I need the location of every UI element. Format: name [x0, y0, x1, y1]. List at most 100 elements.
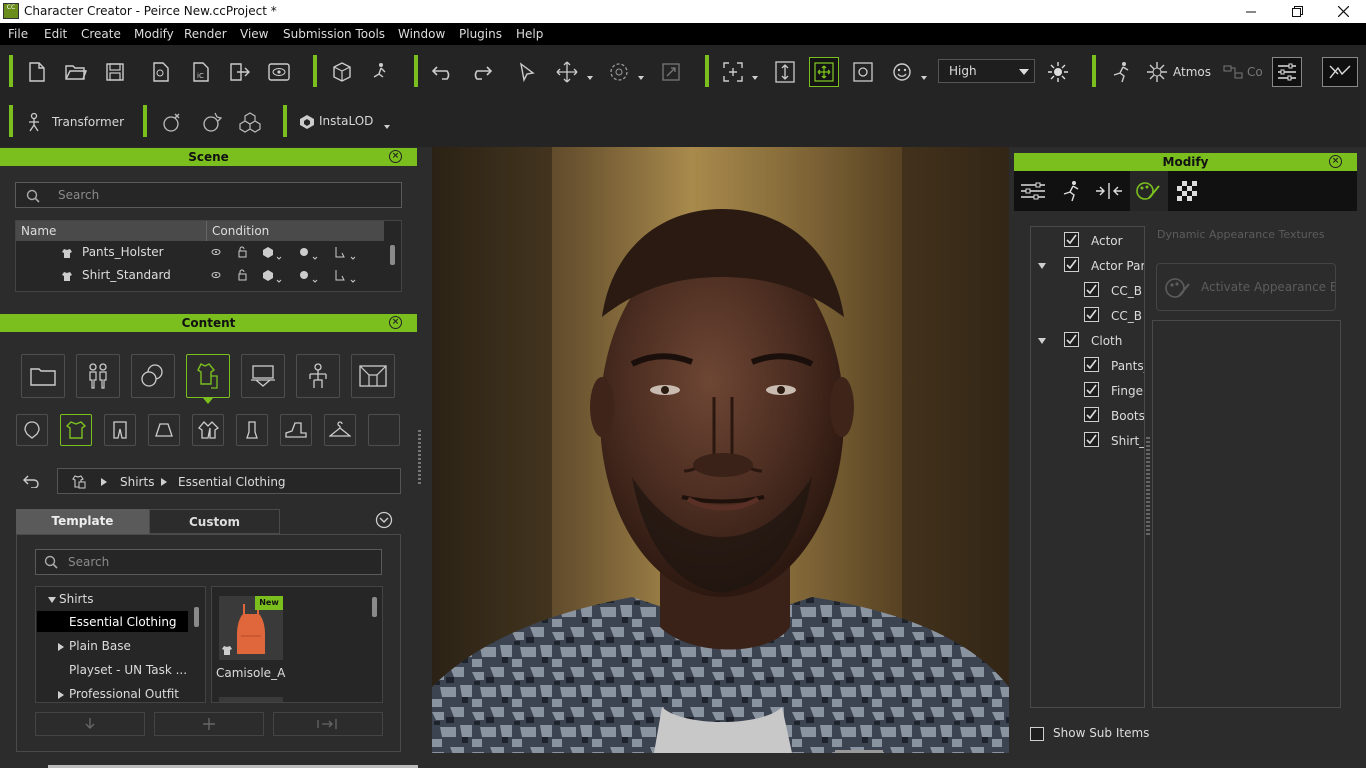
expand-icon[interactable] — [48, 597, 56, 603]
tree-boots[interactable]: Boots — [1111, 409, 1144, 423]
clothing-breadcrumb-icon[interactable] — [72, 475, 86, 489]
menu-help[interactable]: Help — [516, 27, 543, 41]
jacket-subcategory-button[interactable] — [192, 414, 224, 446]
tree-item-playset[interactable]: Playset - UN Task ... — [69, 663, 187, 677]
menu-window[interactable]: Window — [398, 27, 445, 41]
quality-dropdown[interactable]: High — [938, 59, 1035, 83]
breadcrumb-essential-clothing[interactable]: Essential Clothing — [178, 475, 286, 489]
co-label[interactable]: Co — [1247, 65, 1263, 79]
pose-category-button[interactable] — [296, 354, 340, 398]
transform-gizmo-icon[interactable] — [809, 57, 839, 87]
content-search-input[interactable]: Search — [35, 549, 382, 575]
menu-edit[interactable]: Edit — [44, 27, 67, 41]
hanger-subcategory-button[interactable] — [324, 414, 356, 446]
cloth-checkbox[interactable] — [1064, 332, 1079, 347]
chevron-down-circle-icon[interactable] — [375, 511, 393, 529]
open-folder-icon[interactable] — [61, 57, 91, 87]
add-button[interactable] — [154, 712, 264, 736]
actor-checkbox[interactable] — [1064, 232, 1079, 247]
pants-checkbox[interactable] — [1084, 357, 1099, 372]
redo-icon[interactable] — [466, 57, 496, 87]
move-icon[interactable] — [552, 57, 582, 87]
tab-attributes-icon[interactable] — [1018, 176, 1048, 206]
tree-cloth[interactable]: Cloth — [1091, 334, 1122, 348]
cc-b-checkbox[interactable] — [1084, 282, 1099, 297]
close-icon[interactable]: × — [1329, 155, 1342, 168]
tree-finger[interactable]: Finger — [1111, 384, 1144, 398]
settings-sliders-icon[interactable] — [1272, 57, 1302, 87]
menu-create[interactable]: Create — [81, 27, 121, 41]
pose-icon[interactable] — [1106, 57, 1136, 87]
activate-appearance-edit-button[interactable]: Activate Appearance Edit — [1156, 263, 1336, 311]
shirt-checkbox[interactable] — [1084, 432, 1099, 447]
close-icon[interactable]: × — [389, 316, 402, 329]
chevron-down-icon[interactable] — [638, 76, 644, 80]
show-sub-items-checkbox[interactable] — [1030, 727, 1044, 741]
transformer-label[interactable]: Transformer — [52, 115, 124, 129]
shoes-subcategory-button[interactable] — [280, 414, 312, 446]
close-window-button[interactable] — [1320, 0, 1366, 23]
export-icon[interactable] — [225, 57, 255, 87]
cube-icon[interactable] — [327, 57, 357, 87]
chevron-down-icon[interactable] — [752, 76, 758, 80]
menu-modify[interactable]: Modify — [134, 27, 174, 41]
tree-item-plain-base[interactable]: Plain Base — [69, 639, 131, 653]
transformer-icon[interactable] — [22, 107, 48, 137]
scene-search-input[interactable]: Search — [15, 182, 402, 208]
export-ic-icon[interactable]: iC — [186, 57, 216, 87]
tree-item-professional-outfit[interactable]: Professional Outfit — [69, 687, 179, 701]
menu-view[interactable]: View — [240, 27, 268, 41]
collapse-icon[interactable] — [1038, 338, 1046, 344]
splitter-handle[interactable] — [1146, 437, 1150, 537]
condition-icons[interactable] — [211, 269, 361, 283]
camera-view-icon[interactable] — [848, 57, 878, 87]
rotate-icon[interactable] — [604, 57, 634, 87]
minimize-button[interactable] — [1228, 0, 1274, 23]
face-icon[interactable] — [887, 57, 917, 87]
tab-texture-icon[interactable] — [1172, 176, 1202, 206]
chevron-down-icon[interactable] — [587, 76, 593, 80]
expand-icon[interactable] — [58, 643, 64, 651]
morph-edit-icon[interactable] — [196, 107, 226, 137]
tree-pants[interactable]: Pants_ — [1111, 359, 1144, 373]
item-thumbnail[interactable] — [219, 697, 283, 702]
cc-b-checkbox[interactable] — [1084, 307, 1099, 322]
connector-icon[interactable] — [1218, 57, 1248, 87]
tree-actor[interactable]: Actor — [1091, 234, 1123, 248]
3d-viewport[interactable] — [432, 147, 1009, 753]
menu-plugins[interactable]: Plugins — [459, 27, 502, 41]
fit-height-icon[interactable] — [770, 57, 800, 87]
condition-icons[interactable] — [211, 246, 361, 260]
frame-selected-icon[interactable] — [718, 57, 748, 87]
finger-checkbox[interactable] — [1084, 382, 1099, 397]
tree-cc-b[interactable]: CC_B — [1111, 284, 1142, 298]
atmos-label[interactable]: Atmos — [1173, 65, 1211, 79]
cubes-icon[interactable] — [235, 107, 265, 137]
restore-button[interactable] — [1274, 0, 1320, 23]
empty-subcategory-button[interactable] — [368, 414, 400, 446]
import-icon[interactable] — [146, 57, 176, 87]
boots-checkbox[interactable] — [1084, 407, 1099, 422]
tree-actor-parts[interactable]: Actor Parts — [1091, 259, 1144, 273]
clothing-category-button[interactable] — [186, 354, 230, 398]
plugin-icon[interactable] — [1322, 57, 1358, 87]
scale-icon[interactable] — [656, 57, 686, 87]
folder-category-button[interactable] — [21, 354, 65, 398]
hair-subcategory-button[interactable] — [16, 414, 48, 446]
preview-icon[interactable] — [264, 57, 294, 87]
select-arrow-icon[interactable] — [512, 57, 542, 87]
tab-template[interactable]: Template — [16, 509, 149, 534]
apply-button[interactable] — [35, 712, 145, 736]
sun-icon[interactable] — [1043, 57, 1073, 87]
menu-file[interactable]: File — [8, 27, 28, 41]
instalod-icon[interactable] — [297, 107, 317, 137]
transfer-button[interactable] — [273, 712, 383, 736]
tree-item-essential-clothing[interactable]: Essential Clothing — [69, 615, 177, 629]
pants-subcategory-button[interactable] — [104, 414, 136, 446]
actor-parts-checkbox[interactable] — [1064, 257, 1079, 272]
chevron-down-icon[interactable] — [921, 76, 927, 80]
collapse-icon[interactable] — [1038, 263, 1046, 269]
shirt-subcategory-button[interactable] — [60, 414, 92, 446]
tree-shirt[interactable]: Shirt_S — [1111, 434, 1144, 448]
morph-icon[interactable] — [157, 107, 187, 137]
